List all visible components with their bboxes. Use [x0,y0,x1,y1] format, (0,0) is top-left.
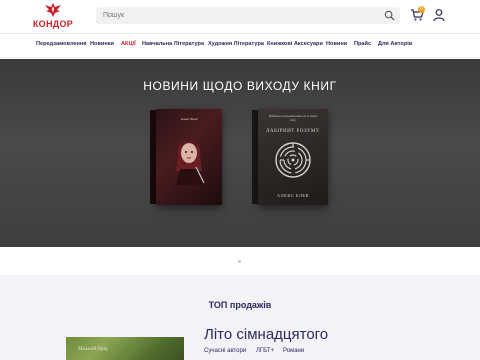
bestsellers-section: ТОП продажів Малахій Пріц Літо сімнадцят… [0,275,480,360]
maze-icon [275,142,311,178]
nav-item-new[interactable]: Новинки [90,41,114,47]
nav-item-preorder[interactable]: Передзамовлення [36,41,87,47]
tag-link[interactable]: Сучасні автори [204,348,246,354]
bestsellers-title: ТОП продажів [208,300,272,310]
featured-book-title[interactable]: Літо сімнадцятого [204,326,328,343]
book2-tagline: Найбільш моторошна книга на 14 мовах сві… [268,115,318,122]
nav-item-sales[interactable]: АКЦІЇ [121,41,136,47]
book-cover-2[interactable]: Найбільш моторошна книга на 14 мовах сві… [258,109,328,205]
featured-book-cover[interactable]: Малахій Пріц [66,337,184,360]
tag-link[interactable]: Романи [283,348,304,354]
user-icon[interactable] [432,8,446,22]
slider-dot[interactable] [238,260,241,263]
hero-title: НОВИНИ ЩОДО ВИХОДУ КНИГ [143,79,337,93]
cart-count-badge: 0 [418,6,425,13]
nav-divider [0,57,480,58]
logo-eagle-icon [45,3,61,17]
featured-book-cover-text: Малахій Пріц [78,347,108,352]
site-header: КОНДОР 0 [0,0,480,32]
nav-item-fiction[interactable]: Художня Література [208,41,264,47]
tag-link[interactable]: ЛГБТ+ [256,348,274,354]
main-nav: Передзамовлення Новинки АКЦІЇ Навчальна … [0,38,480,52]
nav-item-price[interactable]: Прайс [354,41,371,47]
brand-logo[interactable]: КОНДОР [30,2,76,30]
book1-illustration [176,140,205,185]
header-divider [0,33,480,34]
book2-title: ЛАБІРИНТ РОЗУМУ [266,129,320,134]
brand-name: КОНДОР [32,19,74,29]
search-input[interactable] [103,10,373,21]
nav-item-educational[interactable]: Навчальна Література [142,41,204,47]
search-bar[interactable] [96,7,400,24]
nav-item-accessories[interactable]: Книжкові Аксесуари [267,41,323,47]
hero-banner[interactable]: НОВИНИ ЩОДО ВИХОДУ КНИГ Алекс Блек Найбі… [0,59,480,247]
book-cover-1[interactable]: Алекс Блек [156,109,222,205]
nav-item-authors[interactable]: Для Авторів [378,41,412,47]
book1-author: Алекс Блек [180,117,198,121]
nav-item-news[interactable]: Новини [326,41,347,47]
search-icon[interactable] [384,10,395,21]
book2-author: АЛЕКС БЛЕК [276,193,310,198]
